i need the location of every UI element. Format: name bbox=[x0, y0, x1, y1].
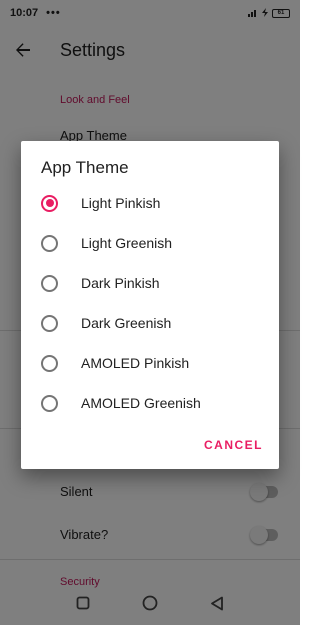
radio-button[interactable] bbox=[41, 194, 58, 212]
theme-option[interactable]: Light Pinkish bbox=[21, 183, 279, 223]
radio-button[interactable] bbox=[41, 354, 58, 372]
option-label: AMOLED Greenish bbox=[81, 395, 201, 411]
app-theme-dialog: App Theme Light Pinkish Light Greenish D… bbox=[21, 141, 279, 469]
theme-option[interactable]: Dark Pinkish bbox=[21, 263, 279, 303]
theme-option[interactable]: Light Greenish bbox=[21, 223, 279, 263]
radio-button[interactable] bbox=[41, 394, 58, 412]
dialog-title: App Theme bbox=[41, 158, 129, 177]
radio-button[interactable] bbox=[41, 274, 58, 292]
option-label: Dark Greenish bbox=[81, 315, 172, 331]
theme-options: Light Pinkish Light Greenish Dark Pinkis… bbox=[21, 183, 279, 423]
option-label: Light Pinkish bbox=[81, 195, 161, 211]
home-icon[interactable] bbox=[142, 595, 158, 616]
theme-option[interactable]: Dark Greenish bbox=[21, 303, 279, 343]
cancel-button[interactable]: CANCEL bbox=[204, 438, 263, 452]
radio-button[interactable] bbox=[41, 314, 58, 332]
option-label: Light Greenish bbox=[81, 235, 173, 251]
option-label: AMOLED Pinkish bbox=[81, 355, 190, 371]
theme-option[interactable]: AMOLED Greenish bbox=[21, 383, 279, 423]
radio-button[interactable] bbox=[41, 234, 58, 252]
system-nav-bar bbox=[0, 586, 300, 625]
option-label: Dark Pinkish bbox=[81, 275, 160, 291]
theme-option[interactable]: AMOLED Pinkish bbox=[21, 343, 279, 383]
recent-apps-icon[interactable] bbox=[76, 596, 90, 615]
back-nav-icon[interactable] bbox=[210, 596, 224, 616]
